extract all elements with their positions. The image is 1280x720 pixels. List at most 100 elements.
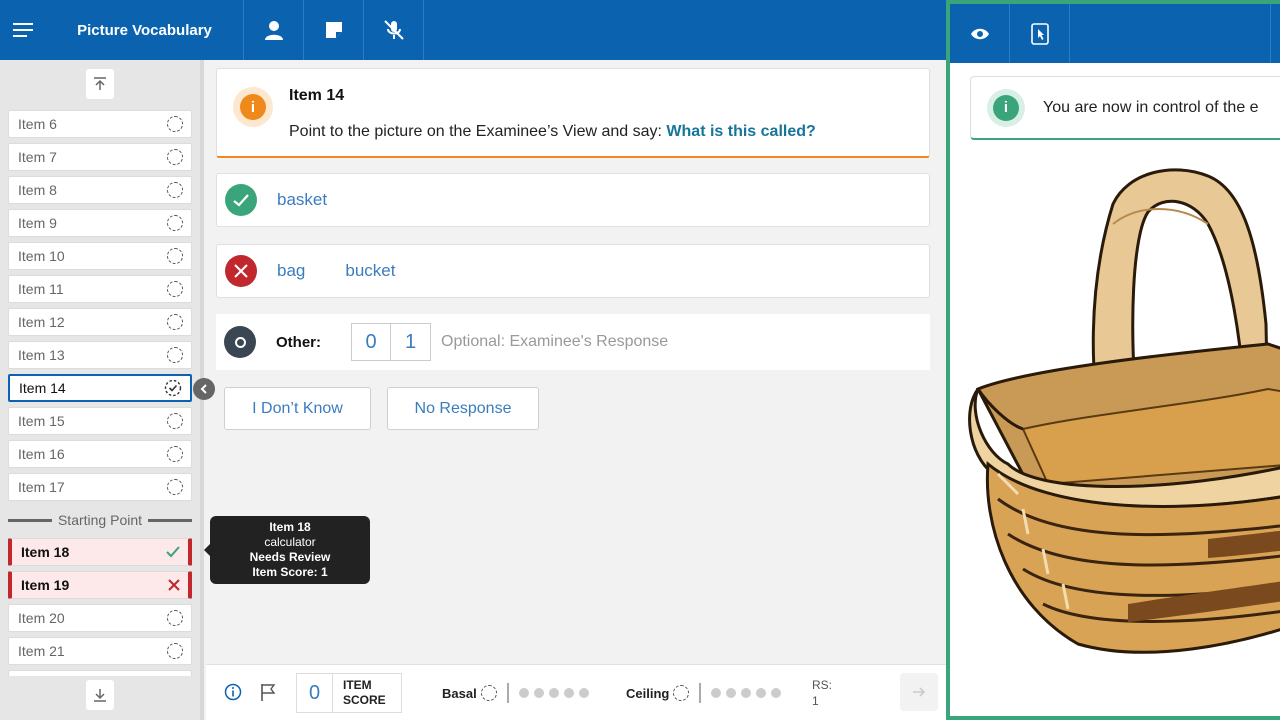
app-title: Picture Vocabulary — [46, 0, 244, 60]
other-label: Other: — [276, 333, 321, 351]
rs-value: 1 — [812, 694, 819, 708]
pending-icon — [167, 446, 183, 462]
info-icon: i — [240, 94, 266, 120]
sidebar-item-label: Item 9 — [18, 215, 57, 231]
collapse-sidebar-button[interactable] — [193, 378, 215, 400]
examinee-response-input[interactable] — [441, 333, 701, 351]
pending-icon — [167, 215, 183, 231]
other-badge — [224, 326, 256, 358]
x-icon — [234, 264, 248, 278]
flag-button[interactable] — [260, 683, 276, 704]
other-response-row: Other: 0 1 — [216, 314, 930, 370]
score-0-button[interactable]: 0 — [351, 323, 391, 361]
scroll-to-top-button[interactable] — [86, 69, 114, 99]
info-button[interactable] — [224, 683, 242, 704]
basal-status-icon — [480, 685, 497, 701]
sidebar-item-label: Item 7 — [18, 149, 57, 165]
notice-badge: i — [987, 88, 1025, 127]
sidebar-item-label: Item 15 — [18, 413, 65, 429]
ceiling-dots — [711, 688, 782, 698]
basal-dots — [518, 688, 589, 698]
sidebar-item-19[interactable]: Item 19 — [8, 571, 192, 599]
sidebar-item-6[interactable]: Item 6 — [8, 110, 192, 138]
arrow-to-bottom-icon — [94, 689, 106, 702]
notice-text: You are now in control of the e — [1043, 98, 1259, 116]
incorrect-response-option[interactable]: bucket — [345, 261, 395, 281]
pending-icon — [167, 248, 183, 264]
no-response-button[interactable]: No Response — [387, 387, 539, 430]
sidebar-item-17[interactable]: Item 17 — [8, 473, 192, 501]
sidebar-item-14[interactable]: Item 14 — [8, 374, 192, 402]
info-badge: i — [233, 87, 273, 127]
touch-screen-icon — [1030, 22, 1049, 45]
examinee-view-pane: i You are now in control of the e — [946, 0, 1280, 720]
incorrect-responses-card: bag bucket — [216, 244, 930, 298]
tooltip-subtitle: calculator — [264, 535, 316, 549]
basket-picture[interactable] — [968, 164, 1280, 674]
item-tooltip: Item 18 calculator Needs Review Item Sco… — [204, 516, 370, 584]
sidebar-item-13[interactable]: Item 13 — [8, 341, 192, 369]
prompt-title: Item 14 — [289, 87, 345, 104]
pending-icon — [167, 610, 183, 626]
correct-responses-card: basket — [216, 173, 930, 227]
sidebar-item-label: Item 6 — [18, 116, 57, 132]
control-notice: i You are now in control of the e — [970, 76, 1280, 140]
sidebar-item-8[interactable]: Item 8 — [8, 176, 192, 204]
prompt-text: Point to the picture on the Examinee’s V… — [289, 123, 667, 140]
chevron-left-icon — [200, 384, 207, 394]
ceiling-status-icon — [673, 685, 690, 701]
note-icon — [325, 22, 342, 38]
tooltip-title: Item 18 — [269, 520, 311, 534]
item-score-label: ITEM SCORE — [343, 678, 386, 707]
notes-button[interactable] — [304, 0, 364, 60]
pending-icon — [167, 643, 183, 659]
sidebar-item-18[interactable]: Item 18 — [8, 538, 192, 566]
examinee-info-button[interactable] — [244, 0, 304, 60]
starting-point-divider: Starting Point — [8, 508, 192, 532]
microphone-button[interactable] — [364, 0, 424, 60]
sidebar-item-10[interactable]: Item 10 — [8, 242, 192, 270]
correct-response-option[interactable]: basket — [277, 190, 327, 210]
examinee-toolbar — [950, 4, 1280, 63]
sidebar-item-21[interactable]: Item 21 — [8, 637, 192, 665]
scroll-to-bottom-button[interactable] — [86, 680, 114, 710]
raw-score: RS: 1 — [812, 677, 832, 709]
sidebar-item-partial[interactable] — [8, 670, 192, 676]
sidebar-item-label: Item 20 — [18, 610, 65, 626]
incorrect-response-option[interactable]: bag — [277, 261, 305, 281]
sidebar-item-7[interactable]: Item 7 — [8, 143, 192, 171]
info-icon: i — [993, 94, 1019, 121]
pending-icon — [167, 479, 183, 495]
mic-off-icon — [383, 20, 404, 40]
top-bar: Picture Vocabulary — [0, 0, 946, 60]
dont-know-button[interactable]: I Don’t Know — [224, 387, 371, 430]
sidebar-item-16[interactable]: Item 16 — [8, 440, 192, 468]
item-list: Item 6 Item 7 Item 8 Item 9 Item 10 Item… — [0, 108, 200, 676]
sidebar-item-9[interactable]: Item 9 — [8, 209, 192, 237]
sidebar-item-15[interactable]: Item 15 — [8, 407, 192, 435]
pending-icon — [167, 149, 183, 165]
item-sidebar: Item 6 Item 7 Item 8 Item 9 Item 10 Item… — [0, 60, 204, 720]
sidebar-item-11[interactable]: Item 11 — [8, 275, 192, 303]
sidebar-item-20[interactable]: Item 20 — [8, 604, 192, 632]
basal-meter: Basal — [442, 665, 589, 720]
pending-icon — [167, 347, 183, 363]
check-icon — [166, 546, 180, 558]
incorrect-badge — [225, 255, 257, 287]
sidebar-item-label: Item 14 — [19, 380, 66, 396]
score-1-button[interactable]: 1 — [391, 323, 431, 361]
flag-icon — [261, 684, 276, 701]
check-icon — [233, 193, 249, 207]
tooltip-score: Item Score: 1 — [252, 565, 328, 579]
x-icon — [168, 579, 180, 591]
menu-button[interactable] — [0, 0, 46, 60]
view-toggle-button[interactable] — [950, 4, 1010, 63]
info-icon — [224, 683, 242, 701]
correct-badge — [225, 184, 257, 216]
item-score-box: 0 ITEM SCORE — [296, 673, 402, 713]
examinee-control-button[interactable] — [1010, 4, 1070, 63]
next-button[interactable] — [900, 673, 938, 711]
pending-icon — [167, 281, 183, 297]
starting-point-label: Starting Point — [57, 512, 143, 528]
sidebar-item-12[interactable]: Item 12 — [8, 308, 192, 336]
